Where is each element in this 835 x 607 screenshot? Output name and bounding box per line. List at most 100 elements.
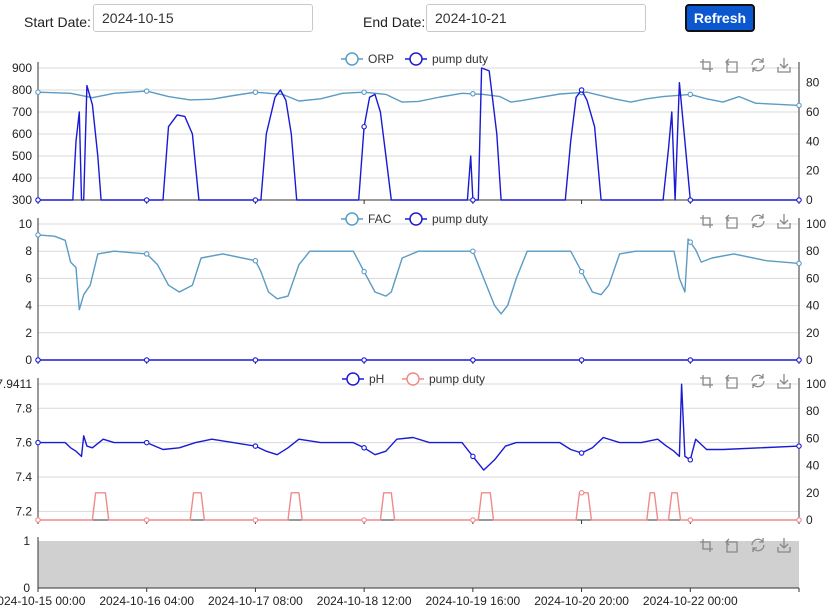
save-image-icon[interactable] <box>777 214 791 229</box>
legend-ph-label: pH <box>369 372 384 386</box>
x-axis-tick-label: 2024-10-17 08:00 <box>208 594 303 607</box>
y-right-tick: 20 <box>806 164 820 178</box>
y-right-tick: 0 <box>806 193 813 207</box>
y-right-tick: 40 <box>806 134 820 148</box>
y-left-tick: 2 <box>25 326 32 340</box>
y-left-tick: 7.8 <box>15 401 32 415</box>
data-point <box>143 517 150 523</box>
y-right-tick: 0 <box>806 513 813 527</box>
series-line-pump-duty <box>38 492 799 521</box>
save-image-icon[interactable] <box>777 374 791 389</box>
data-point <box>578 87 585 93</box>
y-left-tick: 7.4 <box>15 470 32 484</box>
data-point <box>252 357 259 363</box>
legend-ph-marker[interactable] <box>346 372 360 386</box>
y-left-tick: 8 <box>25 244 32 258</box>
slider-y-tick: 1 <box>23 534 30 548</box>
data-point <box>35 89 41 95</box>
data-point <box>687 91 694 98</box>
data-point <box>252 443 259 449</box>
data-point <box>252 257 259 264</box>
y-right-tick: 20 <box>806 326 820 340</box>
y-right-tick: 40 <box>806 299 820 313</box>
data-point <box>470 357 476 363</box>
y-right-tick: 80 <box>806 404 820 418</box>
legend-pump-duty-marker[interactable] <box>409 212 423 226</box>
data-point <box>796 357 802 363</box>
restore-icon[interactable] <box>751 374 765 388</box>
y-left-tick: 400 <box>12 171 32 185</box>
data-point <box>35 517 41 523</box>
data-point <box>143 197 150 203</box>
restore-icon[interactable] <box>751 214 765 228</box>
data-point <box>578 268 585 275</box>
data-point <box>796 197 802 203</box>
data-point <box>361 123 367 130</box>
y-right-tick: 80 <box>806 244 820 258</box>
data-point <box>35 439 41 446</box>
data-point <box>470 453 476 460</box>
data-point <box>796 443 802 449</box>
data-point <box>361 268 367 275</box>
data-point <box>361 357 367 363</box>
data-point <box>361 445 367 451</box>
legend-pump-duty-marker[interactable] <box>409 52 423 66</box>
legend-orp-label: ORP <box>368 52 394 66</box>
y-left-tick: 6 <box>25 271 32 285</box>
data-point <box>687 517 694 523</box>
data-point <box>470 197 476 203</box>
y-left-tick: 900 <box>12 61 32 75</box>
y-right-tick: 80 <box>806 76 820 90</box>
y-left-tick: 0 <box>25 353 32 367</box>
data-point <box>35 232 41 238</box>
zoom-reset-icon[interactable] <box>725 374 738 389</box>
legend-pump-duty-label: pump duty <box>432 52 488 66</box>
x-axis-tick-label: 2024-10-16 04:00 <box>99 594 194 607</box>
legend-fac-label: FAC <box>368 212 392 226</box>
x-axis-tick-label: 2024-10-15 00:00 <box>0 594 86 607</box>
y-right-tick: 60 <box>806 105 820 119</box>
data-point <box>143 439 150 446</box>
zoom-icon[interactable] <box>700 59 713 72</box>
y-left-tick: 600 <box>12 127 32 141</box>
x-axis-tick-label: 2024-10-19 16:00 <box>425 594 520 607</box>
zoom-reset-icon[interactable] <box>725 58 738 73</box>
data-point <box>470 517 476 523</box>
data-point <box>796 102 802 109</box>
zoom-icon[interactable] <box>700 215 713 228</box>
y-right-tick: 100 <box>806 217 826 231</box>
restore-icon[interactable] <box>751 58 765 72</box>
datazoom-slider-fill[interactable] <box>38 541 799 588</box>
data-point <box>252 197 259 203</box>
zoom-reset-icon[interactable] <box>725 214 738 229</box>
legend-pump-duty-label: pump duty <box>429 372 485 386</box>
data-point <box>578 450 585 456</box>
data-point <box>470 248 476 254</box>
zoom-icon[interactable] <box>700 375 713 388</box>
y-left-tick: 500 <box>12 149 32 163</box>
y-left-tick: 300 <box>12 193 32 207</box>
data-point <box>578 357 585 363</box>
y-left-tick: 4 <box>25 299 32 313</box>
data-point <box>143 251 150 257</box>
data-point <box>143 357 150 363</box>
data-point <box>687 197 694 203</box>
x-axis-tick-label: 2024-10-20 20:00 <box>534 594 629 607</box>
legend-pump-duty-marker[interactable] <box>406 372 420 386</box>
series-line-ph <box>38 383 800 471</box>
series-line-orp <box>37 90 800 107</box>
legend-pump-duty-label: pump duty <box>432 212 488 226</box>
y-left-tick: 7.6 <box>15 436 32 450</box>
data-point <box>578 490 585 496</box>
legend-fac-marker[interactable] <box>345 212 359 226</box>
y-right-tick: 0 <box>806 353 813 367</box>
data-point <box>35 357 41 363</box>
slider-y-tick: 0 <box>23 581 30 595</box>
y-right-tick: 40 <box>806 459 820 473</box>
legend-orp-marker[interactable] <box>345 52 359 66</box>
data-point <box>796 517 802 523</box>
series-line-fac <box>37 234 800 315</box>
data-point <box>796 260 802 267</box>
save-image-icon[interactable] <box>777 58 791 73</box>
data-point <box>470 91 476 97</box>
